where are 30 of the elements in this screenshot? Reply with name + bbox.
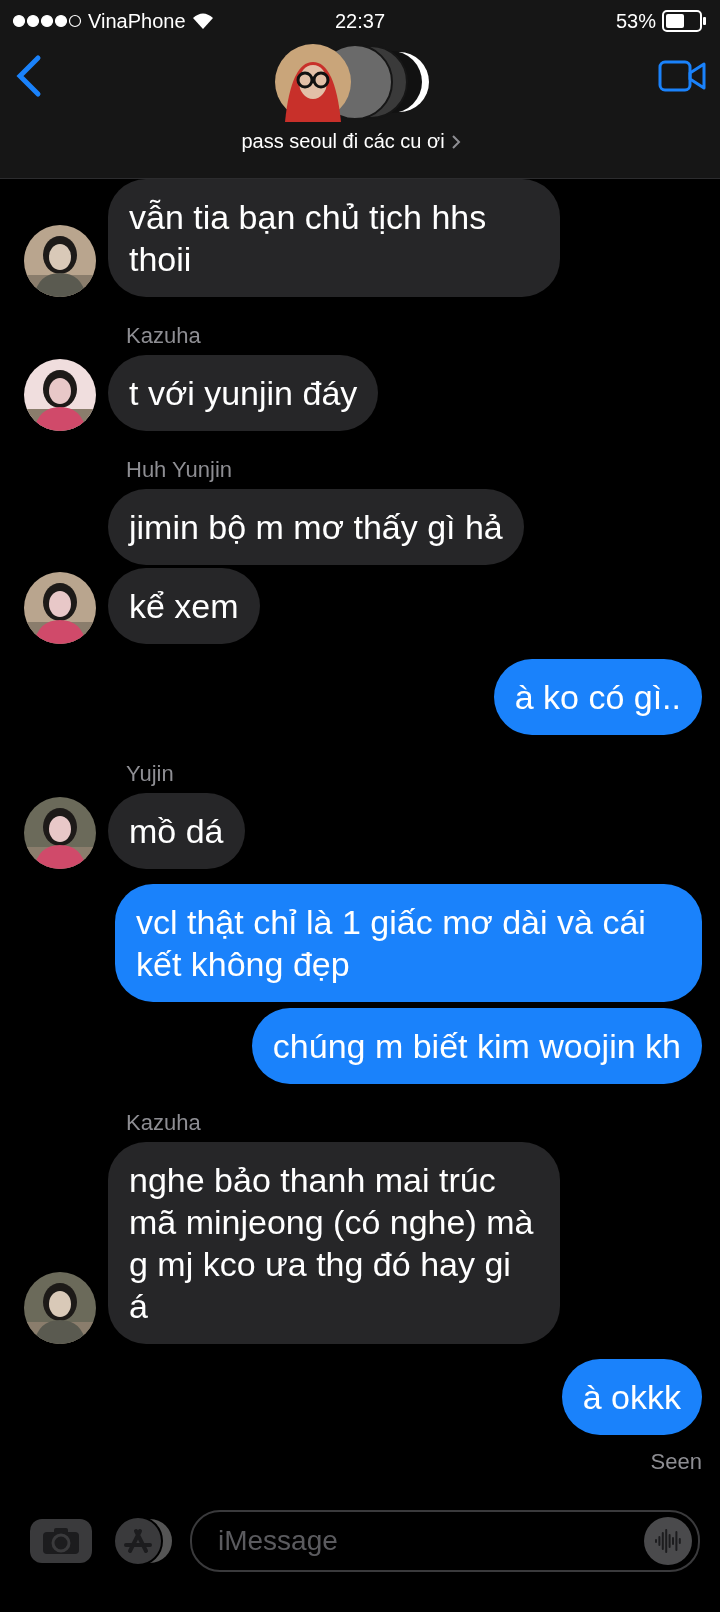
sender-name: Kazuha — [126, 1110, 202, 1136]
battery-percentage: 53% — [615, 9, 656, 33]
signal-icon — [12, 14, 82, 28]
sent-message: chúng m biết kim woojin kh — [251, 1008, 702, 1084]
received-message: t với yunjin đáy — [108, 355, 379, 431]
sender-name: Huh Yunjin — [126, 457, 233, 483]
received-message: jimin bộ m mơ thấy gì hả — [108, 489, 524, 565]
received-message: mồ dá — [108, 793, 245, 869]
message-input[interactable]: iMessage — [216, 1524, 644, 1558]
chevron-icon — [450, 133, 461, 150]
camera-button[interactable] — [30, 1519, 92, 1563]
waveform-icon — [654, 1528, 682, 1554]
camera-icon — [41, 1526, 81, 1556]
carrier-name: VinaPhone — [88, 9, 186, 33]
video-camera-icon[interactable] — [658, 60, 706, 92]
clock-time: 22:37 — [334, 9, 386, 33]
battery-icon — [662, 10, 708, 32]
sender-name: Yujin — [126, 761, 175, 787]
audio-button[interactable] — [644, 1517, 692, 1565]
received-message: vẫn tia bạn chủ tịch hhs thoii — [108, 179, 560, 297]
sent-message: à ko có gì.. — [493, 659, 702, 735]
received-message: nghe bảo thanh mai trúc mã minjeong (có nghe) mà g mj kco ưa thg đó hay gi á — [108, 1142, 560, 1344]
sender-name: Kazuha — [126, 323, 202, 349]
message-field[interactable]: iMessage — [190, 1510, 700, 1572]
sent-message: à okkk — [561, 1359, 702, 1435]
wifi-icon — [191, 12, 214, 30]
sent-message: vcl thật chỉ là 1 giấc mơ dài và cái kết không đẹp — [115, 884, 702, 1002]
conversation-title[interactable]: pass seoul đi các cu ơi — [241, 130, 461, 153]
read-receipt: Seen — [650, 1449, 702, 1475]
received-message: kể xem — [108, 568, 260, 644]
